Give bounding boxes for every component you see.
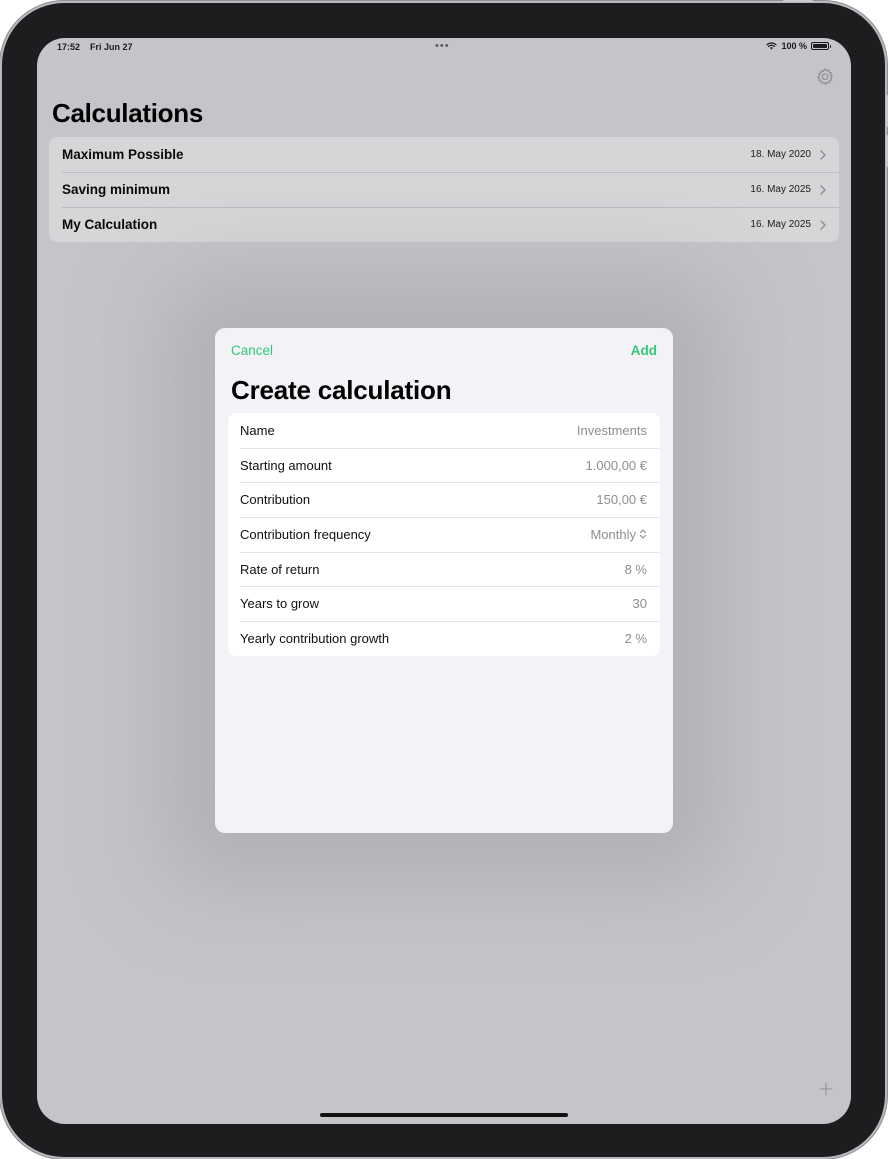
calculation-name: My Calculation bbox=[62, 217, 158, 232]
contribution-field[interactable]: 150,00 € bbox=[596, 492, 647, 507]
picker-value: Monthly bbox=[590, 526, 636, 542]
form-row-rate-of-return[interactable]: Rate of return 8 % bbox=[228, 551, 660, 587]
field-label: Contribution frequency bbox=[240, 526, 371, 542]
calculation-name: Maximum Possible bbox=[62, 147, 184, 162]
page-title: Calculations bbox=[52, 98, 203, 128]
list-item[interactable]: Saving minimum 16. May 2025 bbox=[49, 172, 839, 207]
wifi-icon bbox=[766, 42, 778, 50]
yearly-contribution-growth-field[interactable]: 2 % bbox=[625, 631, 647, 646]
chevron-right-icon bbox=[820, 219, 826, 230]
home-indicator[interactable] bbox=[320, 1113, 568, 1117]
calculation-form: Name Investments Starting amount 1.000,0… bbox=[228, 413, 660, 656]
multitasking-dots[interactable]: ••• bbox=[435, 40, 450, 52]
sheet-title: Create calculation bbox=[231, 375, 452, 405]
calculations-list: Maximum Possible 18. May 2020 Saving min… bbox=[49, 137, 839, 242]
plus-icon[interactable] bbox=[819, 1082, 833, 1096]
list-item[interactable]: My Calculation 16. May 2025 bbox=[49, 207, 839, 242]
chevron-right-icon bbox=[820, 184, 826, 195]
chevron-right-icon bbox=[820, 149, 826, 160]
field-label: Rate of return bbox=[240, 561, 320, 577]
form-row-contribution-frequency[interactable]: Contribution frequency Monthly bbox=[228, 517, 660, 552]
field-label: Years to grow bbox=[240, 596, 320, 612]
battery-icon bbox=[811, 42, 831, 50]
years-to-grow-field[interactable]: 30 bbox=[633, 596, 647, 611]
top-button bbox=[783, 0, 813, 2]
field-label: Starting amount bbox=[240, 457, 332, 473]
calculation-name: Saving minimum bbox=[62, 182, 171, 197]
rate-of-return-field[interactable]: 8 % bbox=[625, 562, 647, 577]
calculation-date: 18. May 2020 bbox=[750, 149, 811, 160]
form-row-name[interactable]: Name Investments bbox=[228, 413, 660, 448]
battery-percentage: 100 % bbox=[781, 41, 807, 51]
gear-icon[interactable] bbox=[815, 67, 835, 87]
contribution-frequency-picker[interactable]: Monthly bbox=[590, 527, 647, 542]
create-calculation-sheet: Cancel Add Create calculation Name Inves… bbox=[215, 328, 673, 833]
form-row-starting-amount[interactable]: Starting amount 1.000,00 € bbox=[228, 447, 660, 483]
field-label: Yearly contribution growth bbox=[240, 630, 390, 646]
status-bar: 17:52 Fri Jun 27 ••• 100 % bbox=[37, 38, 851, 58]
field-label: Contribution bbox=[240, 492, 311, 508]
status-indicators: 100 % bbox=[766, 41, 831, 51]
name-field[interactable]: Investments bbox=[577, 423, 647, 438]
status-date: Fri Jun 27 bbox=[90, 42, 133, 52]
chevron-up-down-icon bbox=[639, 529, 647, 540]
form-row-contribution[interactable]: Contribution 150,00 € bbox=[228, 482, 660, 517]
form-row-years-to-grow[interactable]: Years to grow 30 bbox=[228, 586, 660, 621]
form-row-yearly-contribution-growth[interactable]: Yearly contribution growth 2 % bbox=[228, 621, 660, 656]
list-item[interactable]: Maximum Possible 18. May 2020 bbox=[49, 137, 839, 172]
starting-amount-field[interactable]: 1.000,00 € bbox=[586, 458, 647, 473]
status-time: 17:52 bbox=[57, 42, 81, 52]
field-label: Name bbox=[240, 422, 275, 438]
calculation-date: 16. May 2025 bbox=[750, 184, 811, 195]
screen: 17:52 Fri Jun 27 ••• 100 % Calculations … bbox=[37, 38, 851, 1124]
add-button[interactable]: Add bbox=[631, 343, 657, 358]
cancel-button[interactable]: Cancel bbox=[231, 343, 273, 358]
calculation-date: 16. May 2025 bbox=[750, 219, 811, 230]
